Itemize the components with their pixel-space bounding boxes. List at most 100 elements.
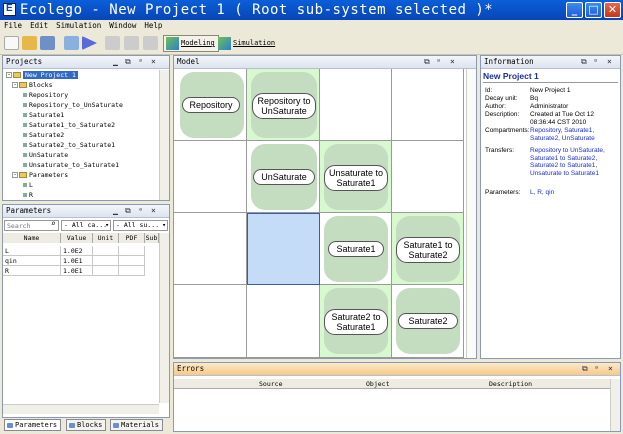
tree-item[interactable]: Saturate1_to_Saturate2 xyxy=(23,120,115,130)
tree-item[interactable]: L xyxy=(23,180,33,190)
column-sub[interactable]: Sub xyxy=(145,233,159,243)
copy-icon[interactable] xyxy=(124,36,139,50)
table-cell-unit[interactable] xyxy=(93,266,119,276)
grid-cell[interactable] xyxy=(392,69,464,141)
table-cell-pdf[interactable] xyxy=(119,246,145,256)
parameters-vscrollbar[interactable] xyxy=(159,233,169,403)
restore-panel-icon[interactable]: ⧉ xyxy=(125,56,131,68)
column-value[interactable]: Value xyxy=(61,233,93,243)
tab-materials[interactable]: Materials xyxy=(110,419,163,431)
close-panel-icon[interactable]: × xyxy=(151,205,156,217)
table-cell-value[interactable]: 1.0E1 xyxy=(61,266,93,276)
minimize-panel-icon[interactable]: ▁ xyxy=(113,56,118,68)
column-name[interactable]: Name xyxy=(3,233,61,243)
menu-window[interactable]: Window xyxy=(105,20,140,32)
tree-blocks[interactable]: - Blocks xyxy=(12,80,52,90)
info-transfers-link[interactable]: Repository to UnSaturate, Saturate1 to S… xyxy=(530,147,615,177)
tree-item[interactable]: Saturate1 xyxy=(23,110,64,120)
table-cell-pdf[interactable] xyxy=(119,256,145,266)
paste-icon[interactable] xyxy=(143,36,158,50)
compartment-saturate2[interactable]: Saturate2 xyxy=(398,313,458,329)
tree-item[interactable]: UnSaturate xyxy=(23,150,68,160)
maximize-button[interactable]: □ xyxy=(585,2,602,18)
new-file-icon[interactable] xyxy=(4,36,19,50)
settings-icon[interactable] xyxy=(64,36,79,50)
grid-cell[interactable] xyxy=(174,141,247,213)
tree-item[interactable]: Repository xyxy=(23,90,68,100)
compartment-saturate1[interactable]: Saturate1 xyxy=(328,241,384,257)
grid-cell[interactable]: Saturate1 xyxy=(320,213,392,285)
table-cell-value[interactable]: 1.0E1 xyxy=(61,256,93,266)
menu-help[interactable]: Help xyxy=(140,20,166,32)
tab-blocks[interactable]: Blocks xyxy=(66,419,107,431)
grid-cell[interactable] xyxy=(174,285,247,358)
tree-item[interactable]: Repository_to_UnSaturate xyxy=(23,100,123,110)
tree-item[interactable]: Saturate2 xyxy=(23,130,64,140)
category-filter-select[interactable]: - All ca... ▾ xyxy=(61,220,111,231)
info-parameters-link[interactable]: L, R, qin xyxy=(530,189,615,197)
table-cell-name[interactable]: R xyxy=(3,266,61,276)
column-description[interactable]: Description xyxy=(489,379,532,389)
grid-cell[interactable]: Saturate2 xyxy=(392,285,464,358)
save-icon[interactable] xyxy=(40,36,55,50)
grid-cell[interactable]: Repository to UnSaturate xyxy=(247,69,320,141)
minimize-button[interactable]: _ xyxy=(566,2,583,18)
tree-item[interactable]: Unsaturate_to_Saturate1 xyxy=(23,160,119,170)
close-panel-icon[interactable]: × xyxy=(607,56,612,68)
tab-parameters[interactable]: Parameters xyxy=(4,419,62,431)
pin-icon[interactable]: ᵃ xyxy=(594,363,599,375)
close-panel-icon[interactable]: × xyxy=(608,363,613,375)
tree-item[interactable]: R xyxy=(23,190,33,200)
grid-cell[interactable]: Saturate2 to Saturate1 xyxy=(320,285,392,358)
selected-grid-cell[interactable] xyxy=(247,213,320,285)
table-cell-name[interactable]: qin xyxy=(3,256,61,266)
column-pdf[interactable]: PDF xyxy=(119,233,145,243)
restore-panel-icon[interactable]: ⧉ xyxy=(581,56,587,68)
table-cell-name[interactable]: L xyxy=(3,246,61,256)
grid-cell[interactable]: UnSaturate xyxy=(247,141,320,213)
tree-parameters[interactable]: - Parameters xyxy=(12,170,68,180)
run-icon[interactable] xyxy=(82,36,97,50)
transfer-repository-to-unsaturate[interactable]: Repository to UnSaturate xyxy=(252,93,316,119)
grid-cell[interactable] xyxy=(320,69,392,141)
column-unit[interactable]: Unit xyxy=(93,233,119,243)
menu-edit[interactable]: Edit xyxy=(26,20,52,32)
tree-root[interactable]: - New Project 1 xyxy=(6,70,78,80)
close-panel-icon[interactable]: × xyxy=(151,56,156,68)
grid-cell[interactable]: Repository xyxy=(174,69,247,141)
grid-cell[interactable]: Saturate1 to Saturate2 xyxy=(392,213,464,285)
close-panel-icon[interactable]: × xyxy=(450,56,455,68)
grid-cell[interactable] xyxy=(247,285,320,358)
errors-scrollbar[interactable] xyxy=(610,379,620,431)
menu-file[interactable]: File xyxy=(0,20,26,32)
column-source[interactable]: Source xyxy=(259,379,282,389)
tree-item[interactable]: Saturate2_to_Saturate1 xyxy=(23,140,115,150)
compartment-unsaturate[interactable]: UnSaturate xyxy=(253,169,315,185)
model-scrollbar[interactable] xyxy=(466,69,476,358)
transfer-saturate1-to-saturate2[interactable]: Saturate1 to Saturate2 xyxy=(396,237,460,263)
pin-icon[interactable]: ᵃ xyxy=(138,56,143,68)
table-cell-unit[interactable] xyxy=(93,246,119,256)
transfer-unsaturate-to-saturate1[interactable]: Unsaturate to Saturate1 xyxy=(324,165,388,191)
cut-icon[interactable] xyxy=(105,36,120,50)
restore-panel-icon[interactable]: ⧉ xyxy=(424,56,430,68)
close-button[interactable]: ✕ xyxy=(604,2,621,18)
grid-cell[interactable] xyxy=(392,141,464,213)
compartment-repository[interactable]: Repository xyxy=(182,97,240,113)
pin-icon[interactable]: ᵃ xyxy=(138,205,143,217)
subsystem-filter-select[interactable]: - All su... ▾ xyxy=(113,220,168,231)
table-cell-unit[interactable] xyxy=(93,256,119,266)
pin-icon[interactable]: ᵃ xyxy=(593,56,598,68)
info-compartments-link[interactable]: Repository, Saturate1, Saturate2, UnSatu… xyxy=(530,127,615,142)
pin-icon[interactable]: ᵃ xyxy=(436,56,441,68)
table-cell-pdf[interactable] xyxy=(119,266,145,276)
transfer-saturate2-to-saturate1[interactable]: Saturate2 to Saturate1 xyxy=(324,309,388,335)
restore-panel-icon[interactable]: ⧉ xyxy=(582,363,588,375)
table-cell-value[interactable]: 1.0E2 xyxy=(61,246,93,256)
column-object[interactable]: Object xyxy=(366,379,389,389)
menu-simulation[interactable]: Simulation xyxy=(52,20,105,32)
grid-cell[interactable]: Unsaturate to Saturate1 xyxy=(320,141,392,213)
restore-panel-icon[interactable]: ⧉ xyxy=(125,205,131,217)
modeling-button[interactable]: Modeling xyxy=(163,35,219,52)
minimize-panel-icon[interactable]: ▁ xyxy=(113,205,118,217)
